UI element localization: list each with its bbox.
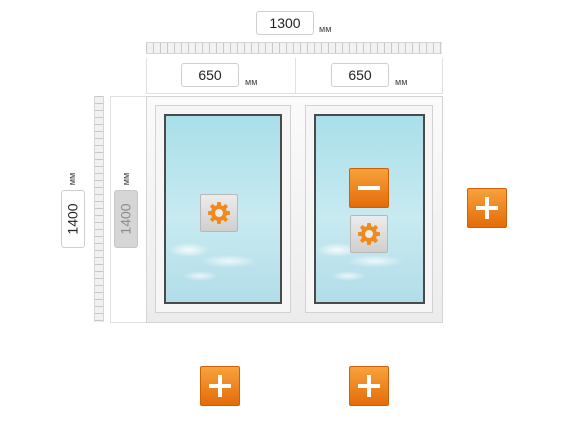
left-sash-width-input[interactable]: 650 [181,63,239,87]
plus-icon [476,197,498,219]
left-sash-width-value: 650 [198,67,222,83]
left-sash-settings-button[interactable] [200,194,238,232]
plus-icon [209,375,231,397]
right-sash-width-input[interactable]: 650 [331,63,389,87]
window-frame [146,96,443,323]
total-height-unit: мм [67,172,78,186]
vertical-ruler [94,96,104,322]
gear-icon [208,202,230,224]
add-below-left-button[interactable] [200,366,240,406]
remove-sash-button[interactable] [349,168,389,208]
sash-height-input: 1400 [114,190,138,248]
plus-icon [358,375,380,397]
left-sash-width-unit: мм [245,77,258,87]
total-width-value: 1300 [269,15,301,31]
total-width-unit: мм [319,24,332,34]
right-sash[interactable] [305,105,433,313]
right-sash-settings-button[interactable] [350,215,388,253]
sash-height-unit: мм [121,172,132,186]
right-sash-width-unit: мм [395,77,408,87]
horizontal-ruler [146,42,442,54]
sash-height-value: 1400 [118,203,134,235]
right-glass-pane [314,114,425,304]
total-height-input[interactable]: 1400 [61,190,85,248]
gear-icon [358,223,380,245]
sash-width-divider [295,58,296,94]
add-below-right-button[interactable] [349,366,389,406]
minus-icon [358,186,380,190]
total-height-value: 1400 [65,203,81,235]
right-sash-width-value: 650 [348,67,372,83]
total-width-input[interactable]: 1300 [256,11,314,35]
add-sash-right-button[interactable] [467,188,507,228]
